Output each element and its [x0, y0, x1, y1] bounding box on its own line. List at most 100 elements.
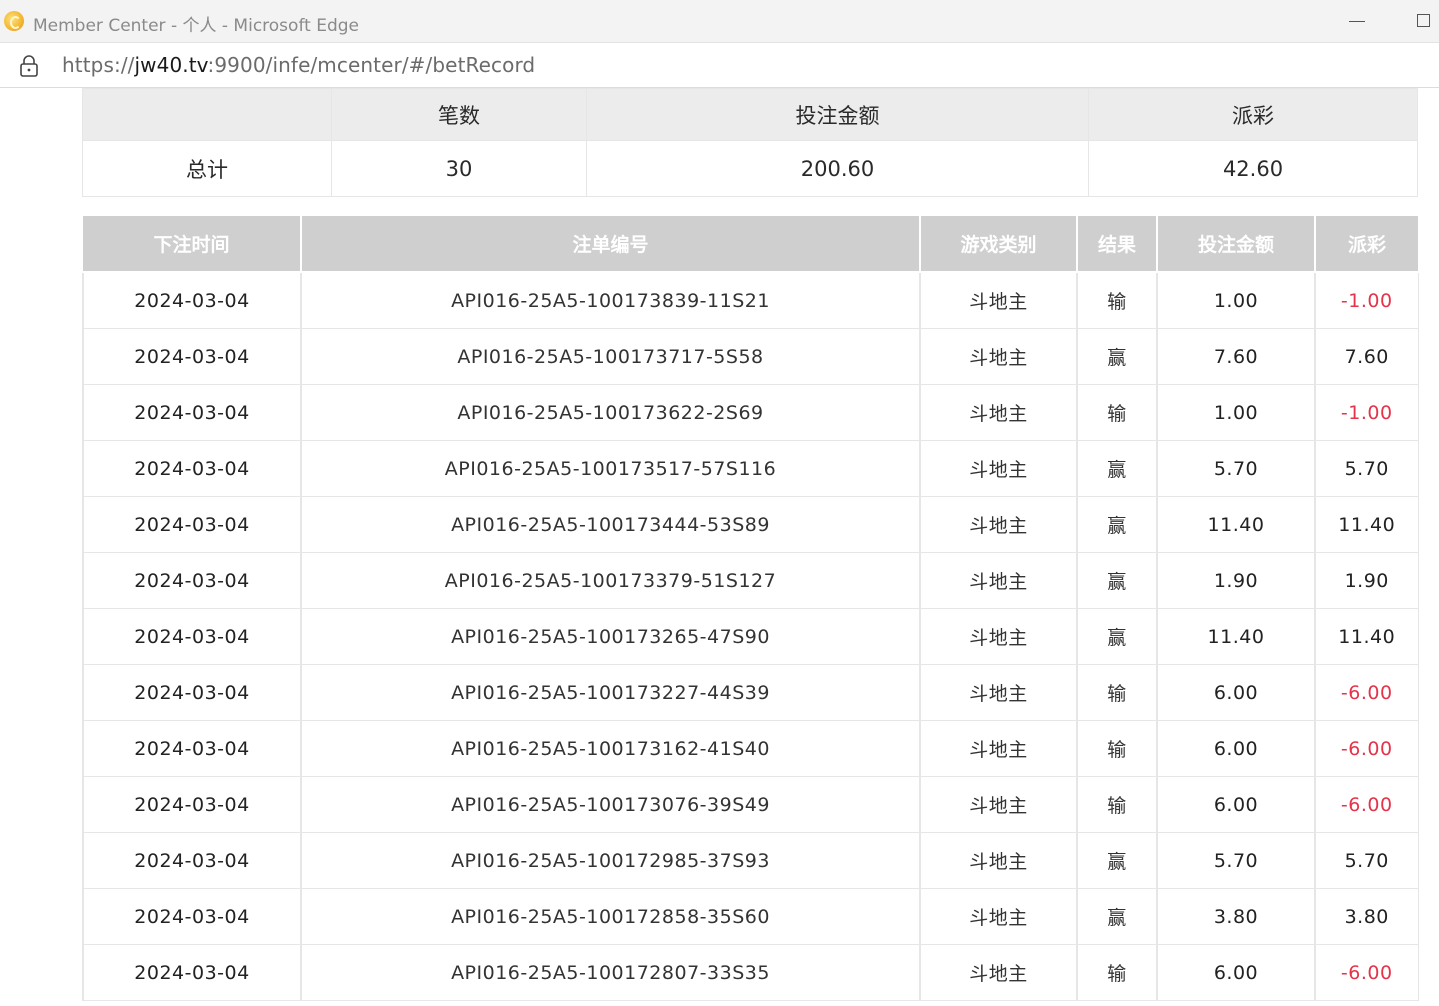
bet-amount-cell: 1.90: [1156, 552, 1316, 609]
bet-amount-cell: 6.00: [1156, 720, 1316, 777]
order-number-cell: API016-25A5-100173444-53S89: [300, 496, 921, 553]
result-cell: 输: [1076, 776, 1158, 833]
table-row[interactable]: 2024-03-04 API016-25A5-100173444-53S89 斗地主…: [82, 496, 1419, 553]
game-type-cell: 斗地主: [919, 496, 1078, 553]
url-prefix: https://: [62, 53, 135, 77]
result-cell: 赢: [1076, 832, 1158, 889]
order-number-cell: API016-25A5-100173717-5S58: [300, 328, 921, 385]
payout-cell: -6.00: [1314, 776, 1419, 833]
result-cell: 赢: [1076, 608, 1158, 665]
order-number-cell: API016-25A5-100173162-41S40: [300, 720, 921, 777]
lock-icon[interactable]: [19, 55, 39, 77]
table-row[interactable]: 2024-03-04 API016-25A5-100173265-47S90 斗地主…: [82, 608, 1419, 665]
result-cell: 输: [1076, 271, 1158, 329]
table-row[interactable]: 2024-03-04 API016-25A5-100173717-5S58 斗地主赢…: [82, 328, 1419, 385]
order-number-cell: API016-25A5-100172858-35S60: [300, 888, 921, 945]
url-text[interactable]: https://jw40.tv:9900/infe/mcenter/#/betR…: [62, 53, 535, 77]
table-row[interactable]: 2024-03-04 API016-25A5-100173517-57S116 斗地…: [82, 440, 1419, 497]
summary-table: 笔数 投注金额 派彩 总计 30 200.60 42.60: [82, 88, 1418, 197]
summary-total-count: 30: [331, 140, 587, 197]
summary-header-row: 笔数 投注金额 派彩: [82, 88, 1418, 141]
game-type-cell: 斗地主: [919, 608, 1078, 665]
payout-cell: -6.00: [1314, 664, 1419, 721]
bet-time-cell: 2024-03-04: [82, 440, 302, 497]
summary-total-row: 总计 30 200.60 42.60: [82, 140, 1418, 197]
bet-amount-cell: 6.00: [1156, 664, 1316, 721]
result-cell: 输: [1076, 664, 1158, 721]
bet-amount-cell: 1.00: [1156, 384, 1316, 441]
game-type-cell: 斗地主: [919, 328, 1078, 385]
summary-total-bet-amount: 200.60: [586, 140, 1089, 197]
game-type-cell: 斗地主: [919, 664, 1078, 721]
summary-header-bet-amount: 投注金额: [586, 88, 1089, 141]
summary-header-payout: 派彩: [1088, 88, 1418, 141]
game-type-cell: 斗地主: [919, 944, 1078, 1001]
column-header-payout[interactable]: 派彩: [1314, 216, 1418, 273]
column-header-result[interactable]: 结果: [1076, 216, 1158, 273]
minimize-icon[interactable]: [1349, 21, 1365, 22]
game-type-cell: 斗地主: [919, 888, 1078, 945]
summary-header-count: 笔数: [331, 88, 587, 141]
result-cell: 赢: [1076, 440, 1158, 497]
bet-time-cell: 2024-03-04: [82, 384, 302, 441]
order-number-cell: API016-25A5-100172807-33S35: [300, 944, 921, 1001]
bet-time-cell: 2024-03-04: [82, 888, 302, 945]
result-cell: 输: [1076, 720, 1158, 777]
bet-time-cell: 2024-03-04: [82, 328, 302, 385]
table-row[interactable]: 2024-03-04 API016-25A5-100172985-37S93 斗地主…: [82, 832, 1419, 889]
game-type-cell: 斗地主: [919, 720, 1078, 777]
bet-time-cell: 2024-03-04: [82, 552, 302, 609]
game-type-cell: 斗地主: [919, 384, 1078, 441]
table-row[interactable]: 2024-03-04 API016-25A5-100172807-33S35 斗地主…: [82, 944, 1419, 1001]
payout-cell: 5.70: [1314, 440, 1419, 497]
bet-time-cell: 2024-03-04: [82, 664, 302, 721]
bet-amount-cell: 11.40: [1156, 496, 1316, 553]
window-title: Member Center - 个人 - Microsoft Edge: [33, 16, 359, 36]
bet-amount-cell: 7.60: [1156, 328, 1316, 385]
game-type-cell: 斗地主: [919, 776, 1078, 833]
title-bar: Member Center - 个人 - Microsoft Edge: [0, 0, 1439, 43]
table-row[interactable]: 2024-03-04 API016-25A5-100173227-44S39 斗地主…: [82, 664, 1419, 721]
payout-cell: 7.60: [1314, 328, 1419, 385]
order-number-cell: API016-25A5-100173517-57S116: [300, 440, 921, 497]
order-number-cell: API016-25A5-100173379-51S127: [300, 552, 921, 609]
records-body: 2024-03-04 API016-25A5-100173839-11S21 斗地主…: [82, 271, 1419, 1001]
order-number-cell: API016-25A5-100172985-37S93: [300, 832, 921, 889]
address-bar[interactable]: https://jw40.tv:9900/infe/mcenter/#/betR…: [0, 43, 1439, 88]
table-row[interactable]: 2024-03-04 API016-25A5-100173622-2S69 斗地主输…: [82, 384, 1419, 441]
column-header-order-number[interactable]: 注单编号: [300, 216, 921, 273]
order-number-cell: API016-25A5-100173265-47S90: [300, 608, 921, 665]
bet-amount-cell: 1.00: [1156, 271, 1316, 329]
bet-time-cell: 2024-03-04: [82, 832, 302, 889]
records-header-row: 下注时间 注单编号 游戏类别 结果 投注金额 派彩: [83, 216, 1418, 273]
table-row[interactable]: 2024-03-04 API016-25A5-100173839-11S21 斗地主…: [82, 271, 1419, 329]
bet-time-cell: 2024-03-04: [82, 944, 302, 1001]
bet-amount-cell: 5.70: [1156, 440, 1316, 497]
bet-time-cell: 2024-03-04: [82, 496, 302, 553]
column-header-game-type[interactable]: 游戏类别: [919, 216, 1078, 273]
order-number-cell: API016-25A5-100173076-39S49: [300, 776, 921, 833]
table-row[interactable]: 2024-03-04 API016-25A5-100172858-35S60 斗地主…: [82, 888, 1419, 945]
table-row[interactable]: 2024-03-04 API016-25A5-100173162-41S40 斗地主…: [82, 720, 1419, 777]
payout-cell: 5.70: [1314, 832, 1419, 889]
summary-total-label: 总计: [82, 140, 332, 197]
column-header-bet-time[interactable]: 下注时间: [83, 216, 302, 273]
bet-time-cell: 2024-03-04: [82, 608, 302, 665]
column-header-bet-amount[interactable]: 投注金额: [1156, 216, 1316, 273]
order-number-cell: API016-25A5-100173839-11S21: [300, 271, 921, 329]
table-row[interactable]: 2024-03-04 API016-25A5-100173379-51S127 斗地…: [82, 552, 1419, 609]
bet-records-table: 下注时间 注单编号 游戏类别 结果 投注金额 派彩 2024-03-04 API0…: [82, 216, 1419, 1001]
bet-amount-cell: 11.40: [1156, 608, 1316, 665]
bet-amount-cell: 3.80: [1156, 888, 1316, 945]
result-cell: 赢: [1076, 496, 1158, 553]
site-favicon-icon: [4, 11, 24, 31]
result-cell: 赢: [1076, 888, 1158, 945]
summary-total-payout: 42.60: [1088, 140, 1418, 197]
bet-amount-cell: 5.70: [1156, 832, 1316, 889]
table-row[interactable]: 2024-03-04 API016-25A5-100173076-39S49 斗地主…: [82, 776, 1419, 833]
payout-cell: -1.00: [1314, 384, 1419, 441]
order-number-cell: API016-25A5-100173227-44S39: [300, 664, 921, 721]
game-type-cell: 斗地主: [919, 440, 1078, 497]
bet-amount-cell: 6.00: [1156, 944, 1316, 1001]
maximize-icon[interactable]: [1417, 14, 1430, 27]
